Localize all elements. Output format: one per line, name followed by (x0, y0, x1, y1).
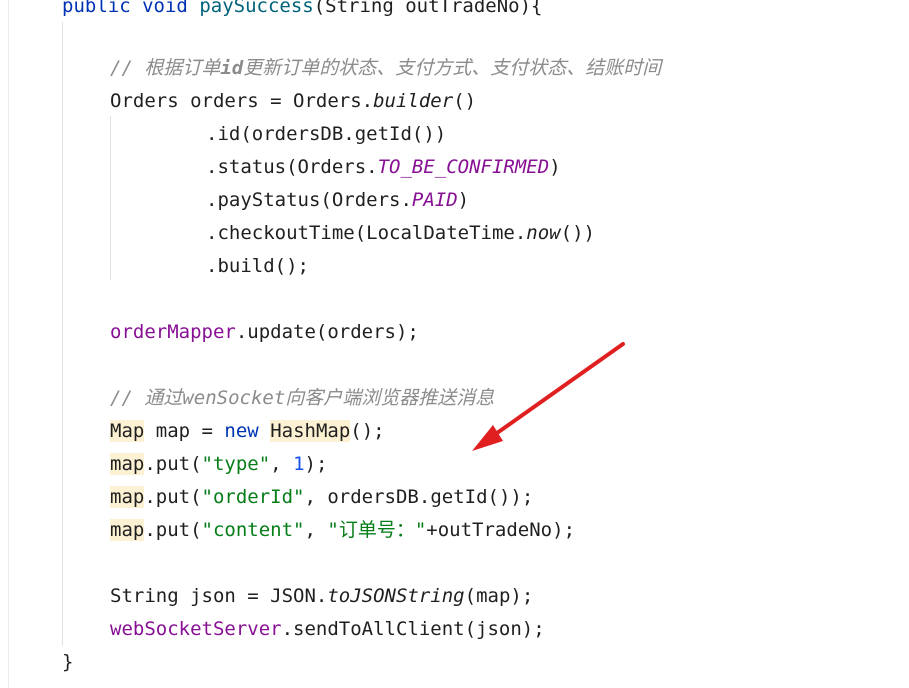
red-arrow-annotation (472, 342, 625, 451)
arrow-shaft (488, 342, 625, 440)
code-editor[interactable]: public void paySuccess(String outTradeNo… (0, 0, 909, 688)
arrow-head (472, 425, 503, 451)
